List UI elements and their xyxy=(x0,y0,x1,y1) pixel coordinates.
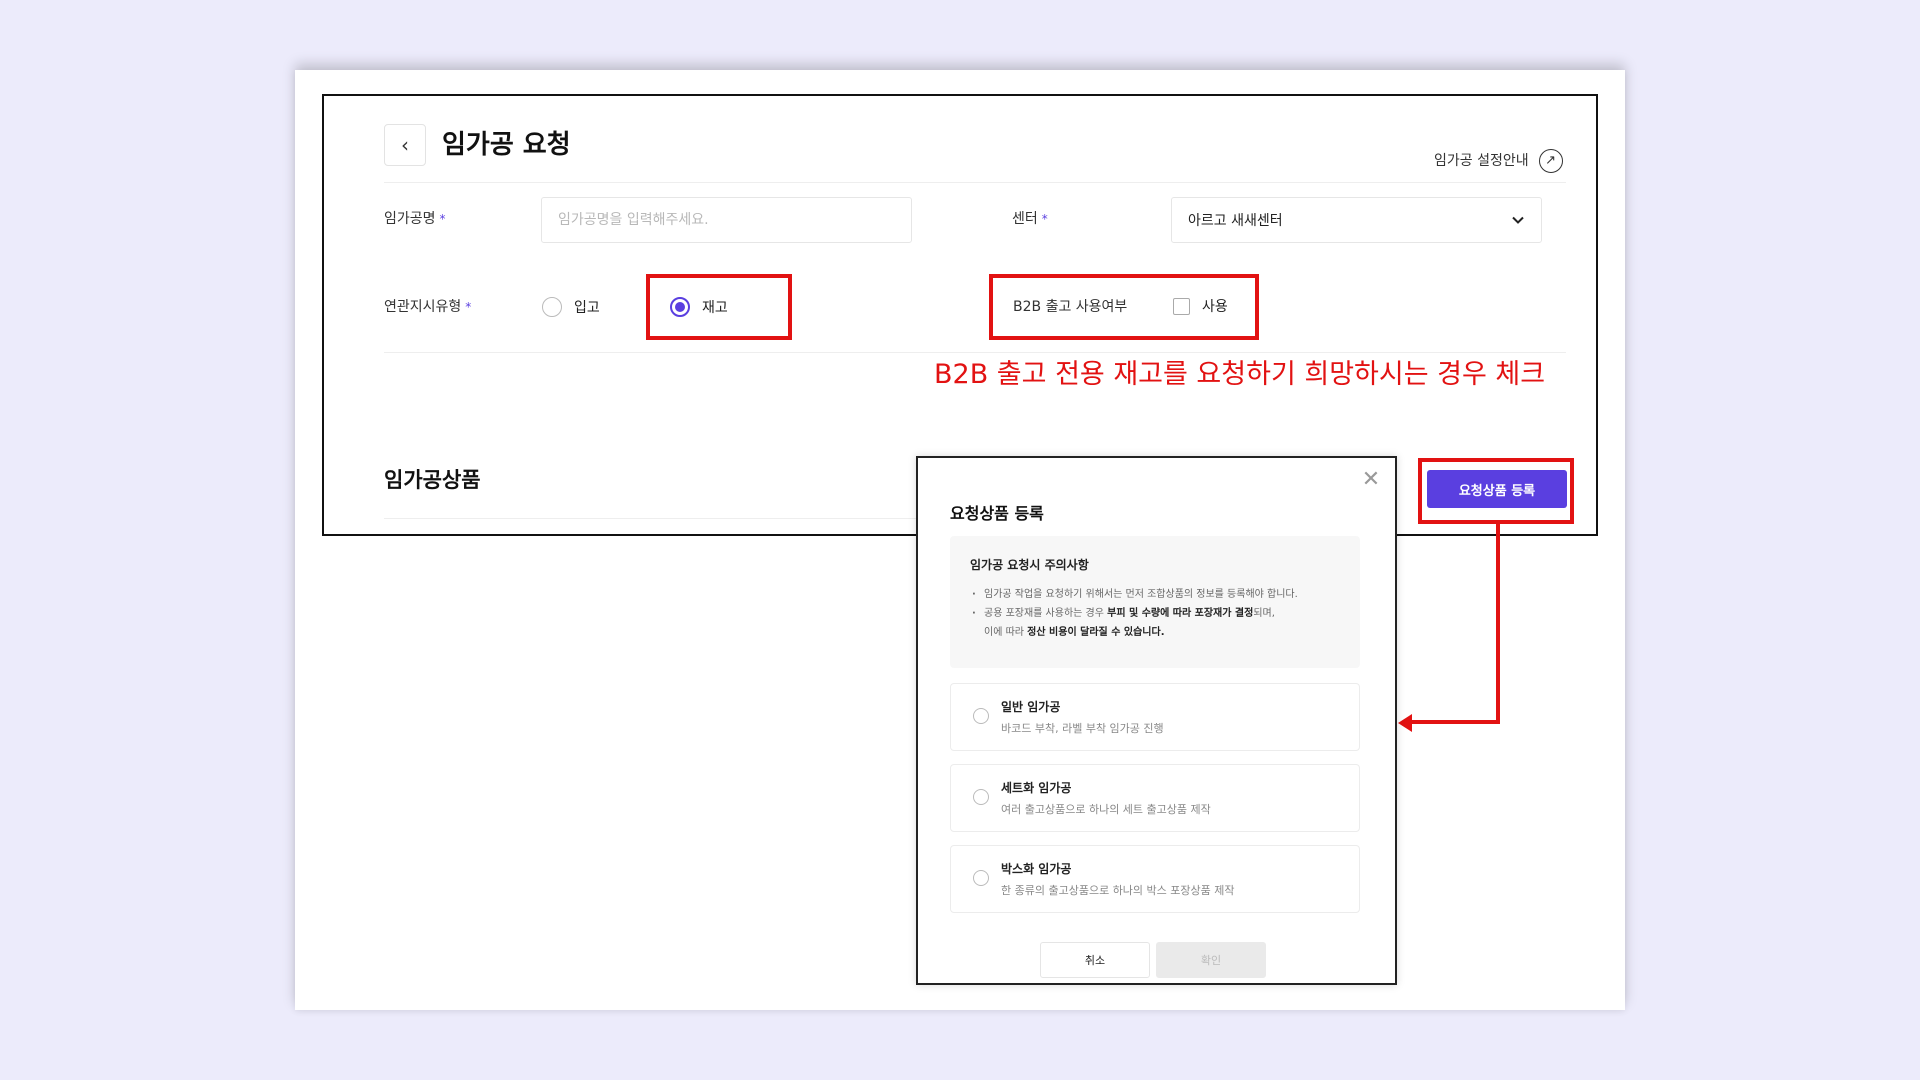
notice-title: 임가공 요청시 주의사항 xyxy=(970,558,1089,572)
modal-title: 요청상품 등록 xyxy=(950,504,1044,523)
register-products-modal: ✕ 요청상품 등록 임가공 요청시 주의사항 임가공 작업을 요청하기 위해서는… xyxy=(916,456,1397,985)
notice-item: 공용 포장재를 사용하는 경우 부피 및 수량에 따라 포장재가 결정되며, 이… xyxy=(970,604,1340,642)
register-products-button[interactable]: 요청상품 등록 xyxy=(1427,470,1567,508)
guide-link-label: 임가공 설정안내 xyxy=(1434,153,1529,169)
divider xyxy=(384,182,1566,183)
close-icon[interactable]: ✕ xyxy=(1359,468,1383,492)
option-card-general[interactable]: 일반 임가공 바코드 부착, 라벨 부착 임가공 진행 xyxy=(950,683,1360,751)
option-title: 세트화 임가공 xyxy=(1001,781,1072,795)
b2b-label: B2B 출고 사용여부 xyxy=(1013,299,1128,315)
option-desc: 한 종류의 출고상품으로 하나의 박스 포장상품 제작 xyxy=(1001,884,1235,897)
radio-circle[interactable] xyxy=(542,297,562,317)
divider xyxy=(384,518,924,519)
chevron-left-icon: ‹ xyxy=(401,133,409,157)
option-card-set[interactable]: 세트화 임가공 여러 출고상품으로 하나의 세트 출고상품 제작 xyxy=(950,764,1360,832)
option-title: 일반 임가공 xyxy=(1001,700,1061,714)
connector-line-vertical xyxy=(1496,524,1500,724)
checkbox-box[interactable] xyxy=(1173,297,1190,315)
guide-link[interactable]: 임가공 설정안내 ↗ xyxy=(1434,148,1563,174)
name-field-label: 임가공명 * xyxy=(384,211,446,227)
notice-item: 임가공 작업을 요청하기 위해서는 먼저 조합상품의 정보를 등록해야 합니다. xyxy=(970,585,1340,604)
radio-circle[interactable] xyxy=(973,789,989,805)
center-field-label: 센터 * xyxy=(1012,211,1048,227)
option-desc: 바코드 부착, 라벨 부착 임가공 진행 xyxy=(1001,722,1164,735)
option-card-box[interactable]: 박스화 임가공 한 종류의 출고상품으로 하나의 박스 포장상품 제작 xyxy=(950,845,1360,913)
back-button[interactable]: ‹ xyxy=(384,124,426,166)
radio-inbound[interactable]: 입고 xyxy=(542,296,600,318)
b2b-checkbox[interactable]: 사용 xyxy=(1173,296,1228,316)
radio-stock-label: 재고 xyxy=(702,300,728,316)
required-mark: * xyxy=(465,300,472,314)
arrow-left-icon xyxy=(1398,714,1412,732)
chevron-down-icon xyxy=(1512,216,1524,224)
required-mark: * xyxy=(439,212,446,226)
section-title: 임가공상품 xyxy=(384,468,481,492)
cancel-button[interactable]: 취소 xyxy=(1040,942,1150,978)
b2b-checkbox-label: 사용 xyxy=(1202,299,1228,315)
option-title: 박스화 임가공 xyxy=(1001,862,1072,876)
required-mark: * xyxy=(1041,212,1048,226)
option-desc: 여러 출고상품으로 하나의 세트 출고상품 제작 xyxy=(1001,803,1211,816)
page-title: 임가공 요청 xyxy=(442,130,571,160)
arrow-up-right-circle-icon: ↗ xyxy=(1538,149,1563,173)
radio-circle[interactable] xyxy=(973,708,989,724)
annotation-text: B2B 출고 전용 재고를 요청하기 희망하시는 경우 체크 xyxy=(934,359,1546,390)
notice-box: 임가공 요청시 주의사항 임가공 작업을 요청하기 위해서는 먼저 조합상품의 … xyxy=(950,536,1360,668)
radio-circle[interactable] xyxy=(973,870,989,886)
instruction-type-label: 연관지시유형 * xyxy=(384,299,472,315)
radio-stock[interactable]: 재고 xyxy=(670,296,728,318)
center-select[interactable]: 아르고 새새센터 xyxy=(1171,197,1542,243)
confirm-button[interactable]: 확인 xyxy=(1156,942,1266,978)
connector-line-horizontal xyxy=(1410,720,1500,724)
center-select-value: 아르고 새새센터 xyxy=(1188,213,1283,229)
radio-circle-selected[interactable] xyxy=(670,297,690,317)
name-input[interactable] xyxy=(541,197,912,243)
radio-inbound-label: 입고 xyxy=(574,300,600,316)
